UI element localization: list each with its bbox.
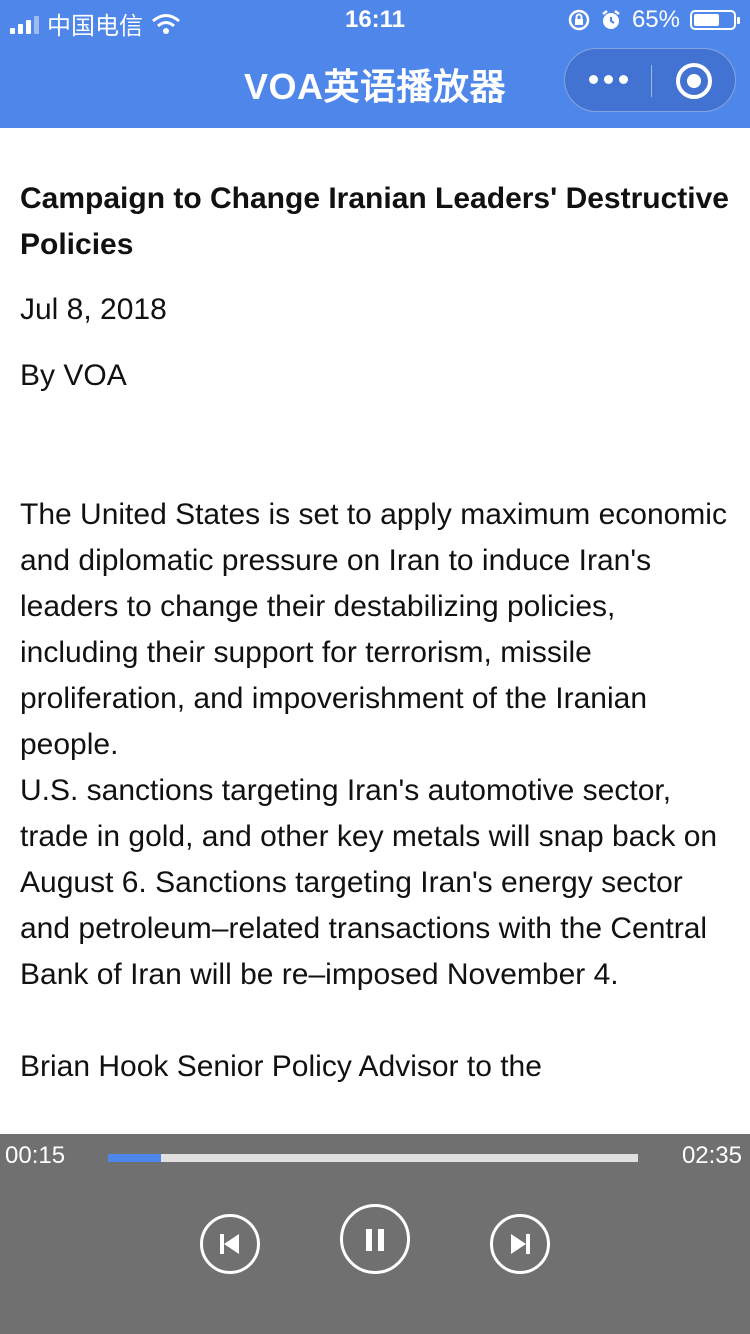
pause-button[interactable] — [340, 1204, 410, 1274]
article-content: Campaign to Change Iranian Leaders' Dest… — [20, 128, 730, 1110]
progress-played — [108, 1154, 161, 1162]
top-bar: 中国电信 16:11 65% VOA英语播放器 — [0, 0, 750, 128]
previous-track-button[interactable] — [200, 1214, 260, 1274]
next-track-button[interactable] — [490, 1214, 550, 1274]
target-close-icon[interactable] — [676, 63, 712, 99]
article-paragraph: The United States is set to apply maximu… — [20, 498, 727, 761]
battery-percent: 65% — [631, 6, 680, 33]
orientation-lock-icon — [568, 9, 590, 31]
article-title: Campaign to Change Iranian Leaders' Dest… — [20, 182, 729, 261]
article-date: Jul 8, 2018 — [20, 293, 167, 326]
article-paragraph: U.S. sanctions targeting Iran's automoti… — [20, 774, 718, 991]
mini-program-capsule — [564, 48, 736, 112]
battery-icon — [690, 10, 740, 30]
article-body: The United States is set to apply maximu… — [20, 492, 730, 1090]
article-paragraph: Brian Hook Senior Policy Advisor to the — [20, 1050, 542, 1083]
audio-player: 00:15 02:35 — [0, 1134, 750, 1334]
capsule-divider — [651, 65, 652, 97]
total-time: 02:35 — [681, 1142, 742, 1169]
status-bar: 中国电信 16:11 65% — [0, 0, 750, 40]
progress-slider[interactable] — [108, 1154, 638, 1162]
more-dots-icon[interactable] — [589, 75, 628, 84]
current-time: 00:15 — [5, 1142, 66, 1169]
article-byline: By VOA — [20, 359, 127, 392]
alarm-icon — [602, 10, 620, 29]
